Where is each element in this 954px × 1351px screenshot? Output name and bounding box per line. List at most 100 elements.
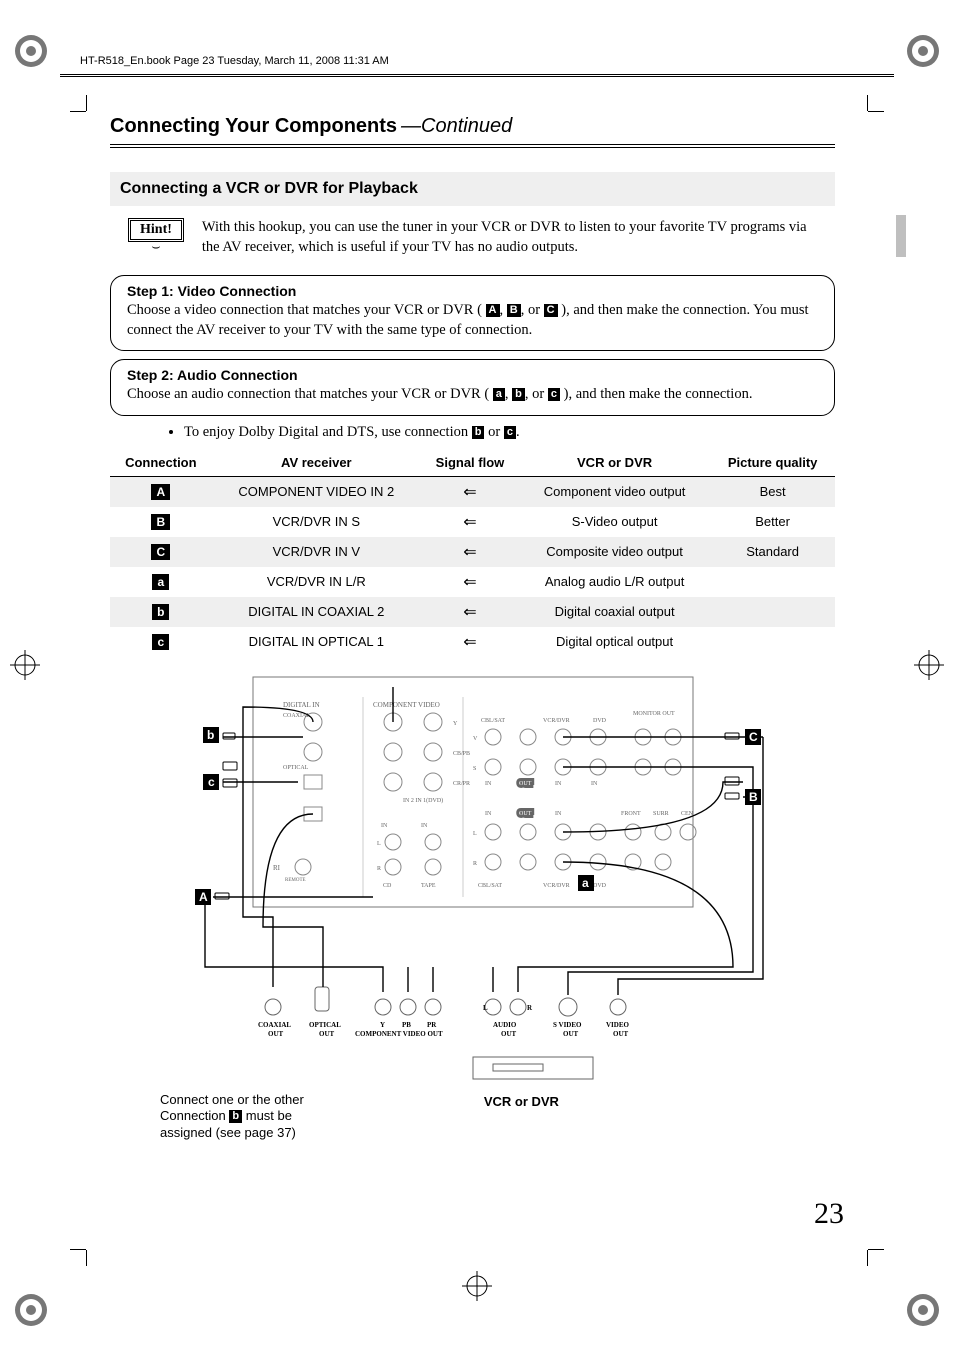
connection-diagram-svg: DIGITAL IN COAXIAL OPTICAL COMPONENT VID… [123, 667, 823, 1087]
svg-text:b: b [207, 728, 214, 742]
svg-text:Y: Y [453, 721, 458, 727]
table-row: ACOMPONENT VIDEO IN 2⇐Component video ou… [110, 476, 835, 507]
th-connection: Connection [110, 449, 212, 477]
cross-mark-right-icon [914, 650, 944, 680]
diagram-footnote: Connect one or the other Connection b mu… [160, 1092, 304, 1143]
cell-receiver: VCR/DVR IN V [212, 537, 421, 567]
cell-connection: B [110, 507, 212, 537]
device-label: VCR or DVR [484, 1094, 559, 1109]
registration-mark-tr-icon [902, 30, 944, 72]
svg-text:L: L [377, 841, 381, 847]
svg-text:DVD: DVD [593, 883, 607, 889]
cell-quality: Best [710, 476, 835, 507]
svg-text:S VIDEO: S VIDEO [553, 1021, 582, 1029]
step-1-box: Step 1: Video Connection Choose a video … [110, 275, 835, 351]
svg-text:CB/PB: CB/PB [453, 751, 470, 757]
cell-connection: a [110, 567, 212, 597]
svg-text:OUT: OUT [319, 1030, 335, 1038]
svg-text:VCR/DVR: VCR/DVR [543, 883, 570, 889]
chapter-title-main: Connecting Your Components [110, 115, 397, 138]
hint-label: Hint! [128, 218, 184, 242]
step-2-box: Step 2: Audio Connection Choose an audio… [110, 359, 835, 415]
svg-text:OUT: OUT [613, 1030, 629, 1038]
label-c-upper-icon: C [544, 304, 558, 317]
svg-text:OPTICAL: OPTICAL [283, 765, 309, 771]
bullet-label-b-icon: b [472, 426, 485, 439]
svg-text:Y: Y [380, 1021, 385, 1029]
document-header-line: HT-R518_En.book Page 23 Tuesday, March 1… [80, 55, 389, 67]
table-row: bDIGITAL IN COAXIAL 2⇐Digital coaxial ou… [110, 597, 835, 627]
cell-device: Digital optical output [519, 627, 710, 657]
label-c-lower-icon: c [548, 388, 560, 401]
note-dolby-dts: To enjoy Dolby Digital and DTS, use conn… [184, 424, 835, 441]
svg-text:R: R [527, 1004, 533, 1012]
svg-text:C: C [749, 730, 758, 744]
hint-callout: Hint! ⌣ [128, 218, 184, 252]
svg-text:CBL/SAT: CBL/SAT [478, 883, 502, 889]
chapter-title-continued: —Continued [401, 115, 512, 138]
crop-mark-tl-icon [70, 95, 102, 127]
registration-mark-br-icon [902, 1289, 944, 1331]
svg-text:DVD: DVD [593, 718, 607, 724]
svg-text:IN: IN [555, 781, 562, 787]
cell-device: Component video output [519, 476, 710, 507]
cell-flow-arrow-icon: ⇐ [421, 507, 519, 537]
svg-text:L: L [473, 831, 477, 837]
chapter-title: Connecting Your Components —Continued [110, 115, 835, 148]
cell-flow-arrow-icon: ⇐ [421, 627, 519, 657]
svg-text:OUT: OUT [501, 1030, 517, 1038]
svg-text:L: L [483, 1004, 488, 1012]
svg-text:V: V [473, 736, 478, 742]
svg-text:IN: IN [555, 811, 562, 817]
svg-text:DIGITAL IN: DIGITAL IN [283, 701, 320, 709]
svg-text:CD: CD [383, 883, 392, 889]
svg-text:IN: IN [591, 781, 598, 787]
svg-text:CBL/SAT: CBL/SAT [481, 718, 505, 724]
label-a-lower-icon: a [493, 388, 505, 401]
svg-text:IN: IN [381, 823, 388, 829]
svg-text:IN: IN [421, 823, 428, 829]
label-b-lower-icon: b [512, 388, 525, 401]
svg-text:FRONT: FRONT [621, 811, 641, 817]
cell-connection: A [110, 476, 212, 507]
svg-text:COMPONENT VIDEO OUT: COMPONENT VIDEO OUT [355, 1030, 443, 1038]
cell-quality [710, 627, 835, 657]
cell-quality: Standard [710, 537, 835, 567]
svg-text:OUT: OUT [519, 811, 532, 817]
svg-text:VCR/DVR: VCR/DVR [543, 718, 570, 724]
cell-quality: Better [710, 507, 835, 537]
cell-receiver: COMPONENT VIDEO IN 2 [212, 476, 421, 507]
cell-device: S-Video output [519, 507, 710, 537]
svg-text:IN: IN [485, 811, 492, 817]
crop-mark-br-icon [852, 1234, 884, 1266]
svg-text:CR/PR: CR/PR [453, 781, 470, 787]
step-2-text: Choose an audio connection that matches … [127, 385, 818, 405]
connection-diagram: DIGITAL IN COAXIAL OPTICAL COMPONENT VID… [110, 667, 835, 1143]
footnote-label-b-icon: b [229, 1110, 242, 1123]
svg-text:c: c [208, 775, 215, 789]
cell-flow-arrow-icon: ⇐ [421, 476, 519, 507]
cell-receiver: VCR/DVR IN S [212, 507, 421, 537]
svg-text:A: A [199, 890, 208, 904]
svg-text:OUT: OUT [268, 1030, 284, 1038]
svg-text:RI: RI [273, 864, 281, 872]
notes-list: To enjoy Dolby Digital and DTS, use conn… [144, 424, 835, 441]
svg-text:SURR: SURR [653, 811, 669, 817]
th-receiver: AV receiver [212, 449, 421, 477]
svg-text:a: a [582, 876, 589, 890]
svg-text:B: B [749, 790, 758, 804]
cell-receiver: DIGITAL IN OPTICAL 1 [212, 627, 421, 657]
svg-text:OPTICAL: OPTICAL [309, 1021, 341, 1029]
svg-text:PB: PB [402, 1021, 411, 1029]
th-device: VCR or DVR [519, 449, 710, 477]
cell-connection: b [110, 597, 212, 627]
label-a-upper-icon: A [486, 304, 500, 317]
cell-connection: c [110, 627, 212, 657]
step-2-title: Step 2: Audio Connection [127, 366, 818, 385]
svg-text:TAPE: TAPE [421, 883, 436, 889]
svg-text:MONITOR OUT: MONITOR OUT [633, 711, 675, 717]
section-heading: Connecting a VCR or DVR for Playback [110, 172, 835, 206]
cell-flow-arrow-icon: ⇐ [421, 597, 519, 627]
cell-flow-arrow-icon: ⇐ [421, 567, 519, 597]
cell-quality [710, 567, 835, 597]
